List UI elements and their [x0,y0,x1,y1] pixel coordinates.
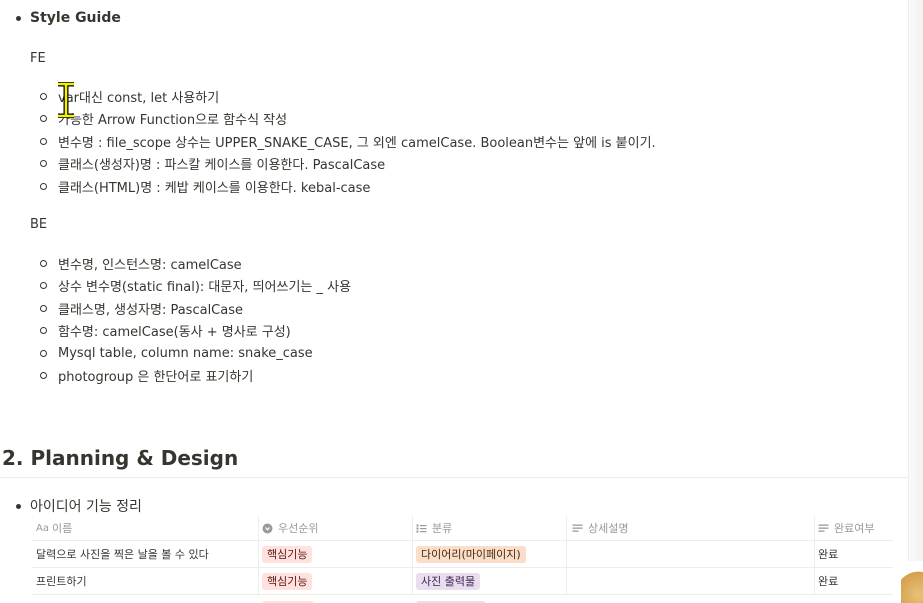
circle-bullet [40,349,47,357]
text-cursor-icon [58,82,74,118]
fe-label[interactable]: FE [30,51,46,66]
priority-tag: 핵심기능 [262,572,313,590]
column-header-detail[interactable]: 상세설명 [572,516,812,540]
column-divider [258,541,259,567]
style-guide-title[interactable]: Style Guide [30,10,121,26]
column-header-label: 우선순위 [278,522,319,535]
bullet-dot [16,15,21,21]
multi-select-icon [416,523,427,534]
style-guide-bullet: Style Guide [16,10,121,26]
column-divider [566,516,567,540]
circle-bullet [40,372,47,380]
priority-tag: 핵심기능 [262,545,313,563]
cell-name[interactable]: 프린트하기 [36,568,256,594]
column-divider [814,516,815,540]
category-tag: 다이어리(마이페이지) [416,545,526,563]
title-property-icon: Aa [36,522,49,534]
list-item-text: 가능한 Arrow Function으로 함수식 작성 [58,113,288,129]
category-tag: 사진 출력물 [416,572,481,590]
column-header-label: 분류 [432,522,453,535]
column-header-priority[interactable]: 우선순위 [262,516,412,540]
be-label[interactable]: BE [30,217,47,232]
list-item[interactable]: 상수 변수명(static final): 대문자, 띄어쓰기는 _ 사용 [40,275,351,298]
list-item[interactable]: 클래스(HTML)명 : 케밥 케이스를 이용한다. kebal-case [40,175,656,198]
table-row-partial[interactable] [32,595,893,603]
column-divider [258,568,259,594]
circle-bullet [40,182,47,190]
column-divider [566,568,567,594]
cell-detail[interactable] [572,568,812,594]
heading-divider [0,477,920,478]
column-header-category[interactable]: 분류 [416,516,566,540]
list-item[interactable]: 클래스명, 생성자명: PascalCase [40,297,351,320]
list-item-text: Mysql table, column name: snake_case [58,345,313,361]
text-icon [818,523,829,534]
section-heading[interactable]: 2. Planning & Design [2,446,238,470]
list-item[interactable]: 함수명: camelCase(동사 + 명사로 구성) [40,320,351,343]
circle-bullet [40,259,47,267]
column-divider [814,568,815,594]
be-list: 변수명, 인스턴스명: camelCase 상수 변수명(static fina… [40,252,351,387]
circle-bullet [40,304,47,312]
circle-bullet [40,92,47,100]
bullet-dot [16,503,21,509]
column-header-status[interactable]: 완료여부 [818,516,893,540]
cell-priority[interactable]: 핵심기능 [262,568,412,594]
cell-status[interactable]: 완료 [818,541,893,567]
column-divider [412,541,413,567]
circle-bullet [40,282,47,290]
list-item-text: 변수명, 인스턴스명: camelCase [58,257,242,273]
table-row[interactable]: 달력으로 사진을 찍은 날을 볼 수 있다 핵심기능 다이어리(마이페이지) 완… [32,541,893,568]
cell-category[interactable]: 다이어리(마이페이지) [416,541,566,567]
list-item-text: 상수 변수명(static final): 대문자, 띄어쓰기는 _ 사용 [58,280,352,296]
list-item-text: 함수명: camelCase(동사 + 명사로 구성) [58,325,291,341]
column-header-label: 완료여부 [834,522,875,535]
cell-status[interactable]: 완료 [818,568,893,594]
table-row[interactable]: 프린트하기 핵심기능 사진 출력물 완료 [32,568,893,595]
ideas-bullet: 아이디어 기능 정리 [16,496,142,516]
circle-bullet [40,327,47,335]
list-item-text: photogroup 은 한단어로 표기하기 [58,370,254,386]
column-header-label: 이름 [52,522,73,535]
circle-bullet [40,160,47,168]
list-item-text: 클래스(HTML)명 : 케밥 케이스를 이용한다. kebal-case [58,180,371,196]
text-icon [572,523,583,534]
circle-bullet [40,137,47,145]
column-divider [412,568,413,594]
cell-detail[interactable] [572,541,812,567]
column-divider [814,541,815,567]
cell-name[interactable]: 달력으로 사진을 찍은 날을 볼 수 있다 [36,541,256,567]
list-item[interactable]: 가능한 Arrow Function으로 함수식 작성 [40,108,656,131]
list-item-text: var대신 const, let 사용하기 [58,90,220,106]
list-item-text: 클래스명, 생성자명: PascalCase [58,302,243,318]
list-item[interactable]: photogroup 은 한단어로 표기하기 [40,365,351,388]
circle-bullet [40,115,47,123]
list-item-text: 클래스(생성자)명 : 파스칼 케이스를 이용한다. PascalCase [58,158,386,174]
column-divider [258,516,259,540]
cell-category[interactable]: 사진 출력물 [416,568,566,594]
fe-list: var대신 const, let 사용하기 가능한 Arrow Function… [40,85,656,198]
window-edge-scrollbar[interactable] [908,0,923,603]
list-item[interactable]: var대신 const, let 사용하기 [40,85,656,108]
cell-priority[interactable]: 핵심기능 [262,541,412,567]
ideas-label[interactable]: 아이디어 기능 정리 [30,496,142,516]
list-item[interactable]: Mysql table, column name: snake_case [40,342,351,365]
column-header-name[interactable]: Aa 이름 [36,516,256,540]
list-item[interactable]: 클래스(생성자)명 : 파스칼 케이스를 이용한다. PascalCase [40,153,656,176]
corner-sticker-image [901,561,923,603]
ideas-database-table: Aa 이름 우선순위 분류 상세설명 완료여부 달력으로 사진을 찍은 날을 볼… [32,516,893,603]
list-item[interactable]: 변수명 : file_scope 상수는 UPPER_SNAKE_CASE, 그… [40,130,656,153]
column-divider [566,541,567,567]
notion-page: Style Guide FE var대신 const, let 사용하기 가능한… [0,0,923,603]
table-header-row: Aa 이름 우선순위 분류 상세설명 완료여부 [32,516,893,541]
column-header-label: 상세설명 [588,522,629,535]
list-item[interactable]: 변수명, 인스턴스명: camelCase [40,252,351,275]
list-item-text: 변수명 : file_scope 상수는 UPPER_SNAKE_CASE, 그… [58,135,656,151]
select-icon [262,523,273,534]
column-divider [412,516,413,540]
